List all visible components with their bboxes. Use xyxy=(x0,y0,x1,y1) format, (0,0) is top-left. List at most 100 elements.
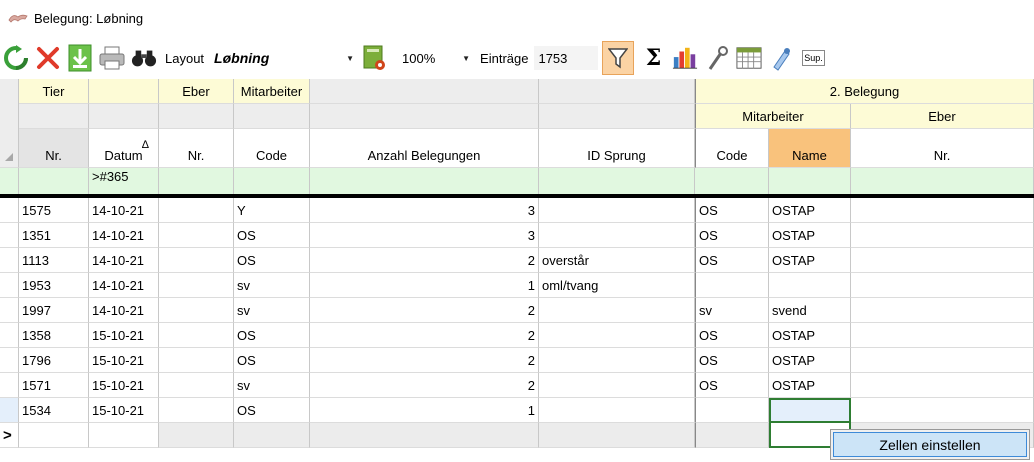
refresh-icon[interactable] xyxy=(3,43,29,73)
cell-b2-code[interactable] xyxy=(695,398,769,423)
cell-id-sprung[interactable] xyxy=(539,298,695,323)
cell-eber-nr[interactable] xyxy=(159,223,234,248)
filter-cell-nr[interactable] xyxy=(19,168,89,194)
cell-datum[interactable]: 14-10-21 xyxy=(89,248,159,273)
cell-id-sprung[interactable] xyxy=(539,398,695,423)
cell-anzahl[interactable]: 3 xyxy=(310,198,539,223)
filter-cell-b2-name[interactable] xyxy=(769,168,851,194)
cell-code[interactable]: OS xyxy=(234,248,310,273)
cell-b2-eber-nr[interactable] xyxy=(851,198,1034,223)
cell-nr[interactable]: 1997 xyxy=(19,298,89,323)
row-header[interactable] xyxy=(0,223,19,248)
cell-eber-nr[interactable] xyxy=(159,323,234,348)
cell-anzahl[interactable]: 1 xyxy=(310,398,539,423)
cell-code[interactable]: OS xyxy=(234,223,310,248)
cell-b2-name[interactable]: svend xyxy=(769,298,851,323)
cell-datum[interactable]: 15-10-21 xyxy=(89,348,159,373)
column-header-id-sprung[interactable]: ID Sprung xyxy=(539,129,695,168)
cell-nr[interactable]: 1575 xyxy=(19,198,89,223)
new-row-cell[interactable] xyxy=(19,423,89,448)
cell-nr[interactable]: 1571 xyxy=(19,373,89,398)
new-row-cell[interactable] xyxy=(89,423,159,448)
cell-id-sprung[interactable] xyxy=(539,348,695,373)
cell-b2-code[interactable] xyxy=(695,273,769,298)
row-header[interactable] xyxy=(0,398,19,423)
cell-b2-eber-nr[interactable] xyxy=(851,398,1034,423)
column-header-b2-code[interactable]: Code xyxy=(695,129,769,168)
cell-b2-eber-nr[interactable] xyxy=(851,323,1034,348)
cell-code[interactable]: OS xyxy=(234,348,310,373)
print-icon[interactable] xyxy=(99,43,125,73)
new-row-cell[interactable] xyxy=(310,423,539,448)
cell-code[interactable]: OS xyxy=(234,398,310,423)
delete-icon[interactable] xyxy=(35,43,61,73)
sum-button[interactable]: Σ xyxy=(640,43,666,73)
filter-cell-id-sprung[interactable] xyxy=(539,168,695,194)
row-header[interactable] xyxy=(0,273,19,298)
cell-eber-nr[interactable] xyxy=(159,298,234,323)
cell-b2-eber-nr[interactable] xyxy=(851,223,1034,248)
select-all-icon[interactable] xyxy=(5,153,13,161)
new-row-cell[interactable] xyxy=(539,423,695,448)
layout-settings-icon[interactable] xyxy=(362,43,388,73)
cell-b2-eber-nr[interactable] xyxy=(851,273,1034,298)
column-header-code[interactable]: Code xyxy=(234,129,310,168)
cell-datum[interactable]: 14-10-21 xyxy=(89,223,159,248)
cell-eber-nr[interactable] xyxy=(159,398,234,423)
zoom-select[interactable]: 100% ▼ xyxy=(398,46,474,70)
cell-id-sprung[interactable]: overstår xyxy=(539,248,695,273)
cell-b2-code[interactable]: OS xyxy=(695,348,769,373)
cell-b2-eber-nr[interactable] xyxy=(851,298,1034,323)
cell-anzahl[interactable]: 2 xyxy=(310,248,539,273)
new-row-cell[interactable] xyxy=(234,423,310,448)
cell-eber-nr[interactable] xyxy=(159,373,234,398)
cell-b2-name[interactable] xyxy=(769,273,851,298)
cell-b2-name[interactable]: OSTAP xyxy=(769,373,851,398)
cell-b2-name[interactable]: OSTAP xyxy=(769,198,851,223)
column-header-eber-nr[interactable]: Nr. xyxy=(159,129,234,168)
cell-id-sprung[interactable]: oml/tvang xyxy=(539,273,695,298)
cell-b2-code[interactable]: OS xyxy=(695,323,769,348)
cell-nr[interactable]: 1796 xyxy=(19,348,89,373)
cell-b2-eber-nr[interactable] xyxy=(851,373,1034,398)
cell-anzahl[interactable]: 2 xyxy=(310,323,539,348)
filter-cell-b2-code[interactable] xyxy=(695,168,769,194)
new-row-cell[interactable] xyxy=(159,423,234,448)
cell-anzahl[interactable]: 3 xyxy=(310,223,539,248)
cell-b2-code[interactable]: OS xyxy=(695,248,769,273)
filter-cell-eber-nr[interactable] xyxy=(159,168,234,194)
filter-cell-code[interactable] xyxy=(234,168,310,194)
cell-id-sprung[interactable] xyxy=(539,223,695,248)
cell-id-sprung[interactable] xyxy=(539,198,695,223)
cell-datum[interactable]: 14-10-21 xyxy=(89,198,159,223)
cell-eber-nr[interactable] xyxy=(159,248,234,273)
cell-eber-nr[interactable] xyxy=(159,348,234,373)
cell-eber-nr[interactable] xyxy=(159,198,234,223)
cell-id-sprung[interactable] xyxy=(539,323,695,348)
cell-b2-name[interactable]: OSTAP xyxy=(769,323,851,348)
binoculars-icon[interactable] xyxy=(131,43,157,73)
cell-code[interactable]: OS xyxy=(234,323,310,348)
column-header-anzahl[interactable]: Anzahl Belegungen xyxy=(310,129,539,168)
calendar-icon[interactable] xyxy=(736,43,763,73)
chart-icon[interactable] xyxy=(672,43,698,73)
cell-nr[interactable]: 1534 xyxy=(19,398,89,423)
context-menu-item-zellen-einstellen[interactable]: Zellen einstellen xyxy=(833,432,1027,457)
column-header-b2-name[interactable]: Name xyxy=(769,129,851,168)
cell-b2-name[interactable]: OSTAP xyxy=(769,248,851,273)
export-icon[interactable] xyxy=(67,43,93,73)
cell-anzahl[interactable]: 2 xyxy=(310,298,539,323)
cell-datum[interactable]: 14-10-21 xyxy=(89,273,159,298)
cell-b2-code[interactable]: OS xyxy=(695,373,769,398)
column-header-nr[interactable]: Nr. xyxy=(19,129,89,168)
cell-b2-eber-nr[interactable] xyxy=(851,248,1034,273)
cell-nr[interactable]: 1351 xyxy=(19,223,89,248)
cell-eber-nr[interactable] xyxy=(159,273,234,298)
cell-b2-code[interactable]: OS xyxy=(695,223,769,248)
filter-button[interactable] xyxy=(602,41,635,75)
wrench-icon[interactable] xyxy=(704,43,730,73)
cell-anzahl[interactable]: 2 xyxy=(310,348,539,373)
cell-b2-name[interactable]: OSTAP xyxy=(769,223,851,248)
row-header[interactable] xyxy=(0,348,19,373)
new-row-marker[interactable]: > xyxy=(0,423,19,448)
